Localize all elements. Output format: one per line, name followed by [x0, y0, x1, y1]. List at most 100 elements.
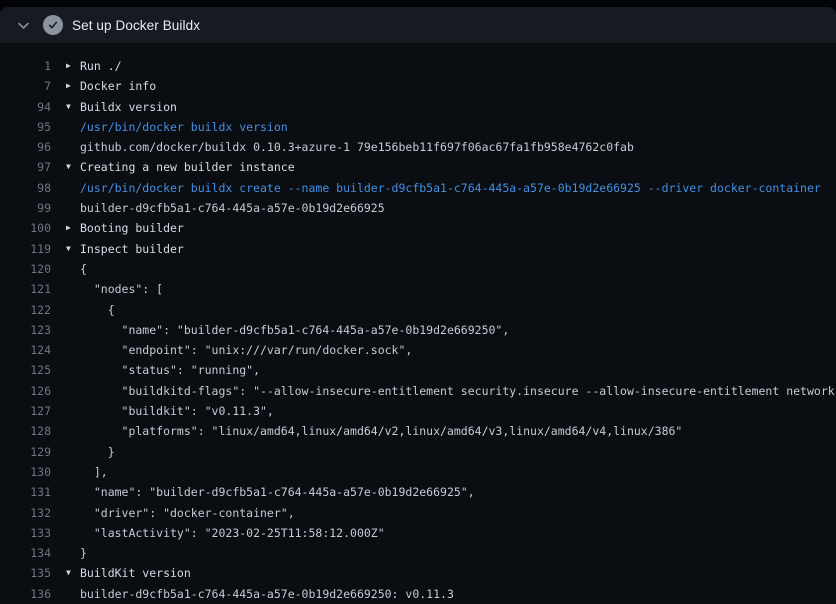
log-group-row[interactable]: 119 ▼ Inspect builder [0, 239, 836, 259]
line-number-link[interactable]: 123 [0, 320, 51, 340]
step-title: Set up Docker Buildx [72, 18, 200, 33]
line-number-link[interactable]: 127 [0, 401, 51, 421]
log-line-text: Docker info [80, 76, 836, 96]
group-collapsed-icon[interactable]: ▶ [51, 56, 80, 76]
group-chevron-icon [51, 442, 80, 462]
log-line-text: "driver": "docker-container", [80, 503, 836, 523]
group-chevron-icon [51, 300, 80, 320]
log-output-line: 121 "nodes": [ [0, 279, 836, 299]
log-line-text: "lastActivity": "2023-02-25T11:58:12.000… [80, 523, 836, 543]
log-line-text: github.com/docker/buildx 0.10.3+azure-1 … [80, 137, 836, 157]
line-number-link[interactable]: 97 [0, 157, 51, 177]
log-line-text: BuildKit version [80, 563, 836, 583]
log-output-line: 99 builder-d9cfb5a1-c764-445a-a57e-0b19d… [0, 198, 836, 218]
log-output-line: 128 "platforms": "linux/amd64,linux/amd6… [0, 421, 836, 441]
log-line-text: Buildx version [80, 97, 836, 117]
line-number-link[interactable]: 128 [0, 421, 51, 441]
log-group-row[interactable]: 100 ▶ Booting builder [0, 218, 836, 238]
log-line-text: "buildkit": "v0.11.3", [80, 401, 836, 421]
log-group-row[interactable]: 7 ▶ Docker info [0, 76, 836, 96]
line-number-link[interactable]: 96 [0, 137, 51, 157]
log-group-row[interactable]: 1 ▶ Run ./ [0, 56, 836, 76]
log-output-line: 129 } [0, 442, 836, 462]
log-group-row[interactable]: 135 ▼ BuildKit version [0, 563, 836, 583]
chevron-down-icon[interactable] [16, 18, 31, 33]
group-chevron-icon [51, 503, 80, 523]
log-line-text: { [80, 259, 836, 279]
log-viewer: 1 ▶ Run ./ 7 ▶ Docker info 94 ▼ Buildx v… [0, 43, 836, 604]
log-output-line: 96 github.com/docker/buildx 0.10.3+azure… [0, 137, 836, 157]
line-number-link[interactable]: 132 [0, 503, 51, 523]
group-collapsed-icon[interactable]: ▶ [51, 76, 80, 96]
group-chevron-icon [51, 340, 80, 360]
log-line-text: "nodes": [ [80, 279, 836, 299]
log-output-line: 123 "name": "builder-d9cfb5a1-c764-445a-… [0, 320, 836, 340]
log-output-line: 126 "buildkitd-flags": "--allow-insecure… [0, 381, 836, 401]
line-number-link[interactable]: 125 [0, 360, 51, 380]
group-chevron-icon [51, 360, 80, 380]
log-line-text: { [80, 300, 836, 320]
log-line-text: /usr/bin/docker buildx create --name bui… [80, 178, 836, 198]
group-chevron-icon [51, 584, 80, 604]
log-line-text: Creating a new builder instance [80, 157, 836, 177]
line-number-link[interactable]: 130 [0, 462, 51, 482]
group-chevron-icon [51, 421, 80, 441]
group-chevron-icon [51, 462, 80, 482]
log-group-row[interactable]: 94 ▼ Buildx version [0, 97, 836, 117]
log-output-line: 127 "buildkit": "v0.11.3", [0, 401, 836, 421]
group-chevron-icon [51, 401, 80, 421]
line-number-link[interactable]: 121 [0, 279, 51, 299]
log-line-text: "buildkitd-flags": "--allow-insecure-ent… [80, 381, 836, 401]
step-header[interactable]: Set up Docker Buildx [0, 7, 836, 43]
group-collapsed-icon[interactable]: ▶ [51, 218, 80, 238]
line-number-link[interactable]: 133 [0, 523, 51, 543]
group-expanded-icon[interactable]: ▼ [51, 157, 80, 177]
log-line-text: Booting builder [80, 218, 836, 238]
log-line-text: "name": "builder-d9cfb5a1-c764-445a-a57e… [80, 320, 836, 340]
line-number-link[interactable]: 136 [0, 584, 51, 604]
group-chevron-icon [51, 523, 80, 543]
line-number-link[interactable]: 124 [0, 340, 51, 360]
log-line-text: } [80, 543, 836, 563]
line-number-link[interactable]: 135 [0, 563, 51, 583]
group-chevron-icon [51, 482, 80, 502]
group-expanded-icon[interactable]: ▼ [51, 563, 80, 583]
log-line-text: "status": "running", [80, 360, 836, 380]
line-number-link[interactable]: 131 [0, 482, 51, 502]
log-output-line: 124 "endpoint": "unix:///var/run/docker.… [0, 340, 836, 360]
line-number-link[interactable]: 120 [0, 259, 51, 279]
log-output-line: 136 builder-d9cfb5a1-c764-445a-a57e-0b19… [0, 584, 836, 604]
log-output-line: 134 } [0, 543, 836, 563]
group-chevron-icon [51, 137, 80, 157]
line-number-link[interactable]: 1 [0, 56, 51, 76]
line-number-link[interactable]: 94 [0, 97, 51, 117]
log-line-text: } [80, 442, 836, 462]
line-number-link[interactable]: 95 [0, 117, 51, 137]
line-number-link[interactable]: 134 [0, 543, 51, 563]
group-chevron-icon [51, 320, 80, 340]
line-number-link[interactable]: 99 [0, 198, 51, 218]
line-number-link[interactable]: 7 [0, 76, 51, 96]
group-expanded-icon[interactable]: ▼ [51, 97, 80, 117]
log-group-row[interactable]: 97 ▼ Creating a new builder instance [0, 157, 836, 177]
log-line-text: /usr/bin/docker buildx version [80, 117, 836, 137]
log-line-text: Run ./ [80, 56, 836, 76]
log-line-text: builder-d9cfb5a1-c764-445a-a57e-0b19d2e6… [80, 584, 836, 604]
line-number-link[interactable]: 129 [0, 442, 51, 462]
group-chevron-icon [51, 198, 80, 218]
log-output-line: 122 { [0, 300, 836, 320]
group-chevron-icon [51, 259, 80, 279]
group-expanded-icon[interactable]: ▼ [51, 239, 80, 259]
log-output-line: 120 { [0, 259, 836, 279]
line-number-link[interactable]: 100 [0, 218, 51, 238]
log-line-text: "endpoint": "unix:///var/run/docker.sock… [80, 340, 836, 360]
line-number-link[interactable]: 126 [0, 381, 51, 401]
group-chevron-icon [51, 117, 80, 137]
log-output-line: 133 "lastActivity": "2023-02-25T11:58:12… [0, 523, 836, 543]
log-command-line: 95 /usr/bin/docker buildx version [0, 117, 836, 137]
log-line-text: builder-d9cfb5a1-c764-445a-a57e-0b19d2e6… [80, 198, 836, 218]
log-line-text: "platforms": "linux/amd64,linux/amd64/v2… [80, 421, 836, 441]
line-number-link[interactable]: 98 [0, 178, 51, 198]
line-number-link[interactable]: 122 [0, 300, 51, 320]
line-number-link[interactable]: 119 [0, 239, 51, 259]
